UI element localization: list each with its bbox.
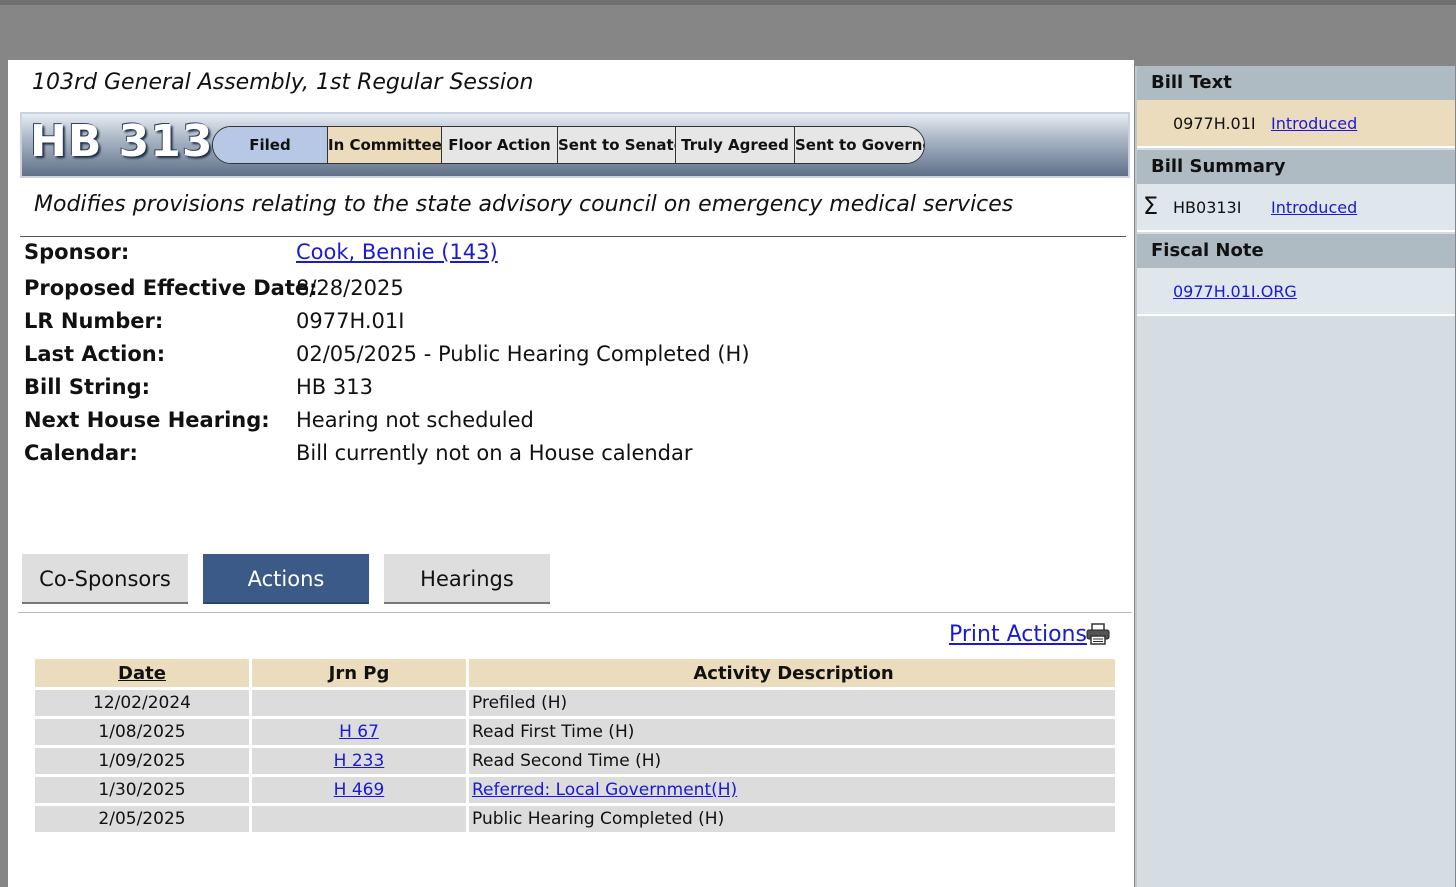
bill-summary-introduced-link[interactable]: Introduced (1271, 198, 1357, 217)
col-header-date[interactable]: Date (35, 659, 249, 687)
row-jrn-pg: H 233 (252, 748, 466, 774)
documents-sidebar: Bill Text 0977H.01I Introduced Bill Summ… (1135, 66, 1455, 887)
row-date: 1/08/2025 (35, 719, 249, 745)
sponsor-label: Sponsor: (24, 240, 130, 264)
row-description: Public Hearing Completed (H) (469, 806, 1115, 832)
tab-co-sponsors[interactable]: Co-Sponsors (22, 554, 188, 604)
sort-by-date-link[interactable]: Date (118, 663, 166, 684)
table-row: 1/30/2025 H 469 Referred: Local Governme… (35, 777, 1115, 803)
bill-string-label: Bill String: (24, 375, 151, 399)
fiscal-note-heading: Fiscal Note (1137, 234, 1455, 268)
committee-referral-link[interactable]: Referred: Local Government(H) (472, 780, 737, 800)
tab-hearings[interactable]: Hearings (384, 554, 550, 604)
bill-summary-code: HB0313I (1173, 198, 1242, 217)
printer-icon[interactable] (1086, 623, 1110, 645)
tab-divider (18, 612, 1132, 613)
status-step-in-committee: In Committee (327, 127, 442, 163)
session-title: 103rd General Assembly, 1st Regular Sess… (32, 70, 534, 95)
row-jrn-pg (252, 690, 466, 716)
calendar-label: Calendar: (24, 441, 138, 465)
bill-number: HB 313 (30, 116, 214, 167)
row-description: Prefiled (H) (469, 690, 1115, 716)
row-date: 1/09/2025 (35, 748, 249, 774)
bill-title: Modifies provisions relating to the stat… (34, 192, 1014, 217)
col-header-activity: Activity Description (469, 659, 1115, 687)
status-step-filed: Filed (213, 127, 327, 163)
effective-date-value: 8/28/2025 (296, 276, 404, 300)
table-row: 1/08/2025 H 67 Read First Time (H) (35, 719, 1115, 745)
bill-text-code: 0977H.01I (1173, 114, 1256, 133)
bill-detail-panel: 103rd General Assembly, 1st Regular Sess… (8, 60, 1134, 887)
lr-number-value: 0977H.01I (296, 309, 405, 333)
row-date: 2/05/2025 (35, 806, 249, 832)
bill-text-heading: Bill Text (1137, 66, 1455, 100)
row-jrn-pg: H 67 (252, 719, 466, 745)
bill-string-value: HB 313 (296, 375, 373, 399)
actions-table-header: Date Jrn Pg Activity Description (35, 659, 1115, 687)
fiscal-note-row: 0977H.01I.ORG (1137, 268, 1455, 316)
row-date: 1/30/2025 (35, 777, 249, 803)
status-step-sent-to-senate: Sent to Senate (557, 127, 684, 163)
sigma-icon: Σ (1143, 192, 1159, 220)
row-description: Read First Time (H) (469, 719, 1115, 745)
tab-actions[interactable]: Actions (203, 554, 369, 604)
bill-header-banner: HB 313 Filed In Committee Floor Action S… (20, 112, 1130, 178)
last-action-label: Last Action: (24, 342, 166, 366)
bill-text-introduced-link[interactable]: Introduced (1271, 114, 1357, 133)
bill-status-progress: Filed In Committee Floor Action Sent to … (212, 126, 925, 164)
window-top-edge (0, 0, 1456, 5)
row-jrn-pg (252, 806, 466, 832)
bill-text-row: 0977H.01I Introduced (1137, 100, 1455, 148)
journal-page-link[interactable]: H 469 (334, 780, 385, 800)
row-description: Referred: Local Government(H) (469, 777, 1115, 803)
bill-summary-heading: Bill Summary (1137, 150, 1455, 184)
fiscal-note-link[interactable]: 0977H.01I.ORG (1173, 282, 1297, 301)
next-hearing-label: Next House Hearing: (24, 408, 270, 432)
status-step-floor-action: Floor Action (441, 127, 557, 163)
bill-summary-row: Σ HB0313I Introduced (1137, 184, 1455, 232)
next-hearing-value: Hearing not scheduled (296, 408, 534, 432)
journal-page-link[interactable]: H 67 (339, 722, 379, 742)
table-row: 12/02/2024 Prefiled (H) (35, 690, 1115, 716)
status-step-truly-agreed: Truly Agreed (675, 127, 794, 163)
last-action-value: 02/05/2025 - Public Hearing Completed (H… (296, 342, 750, 366)
row-description: Read Second Time (H) (469, 748, 1115, 774)
col-header-jrn-pg: Jrn Pg (252, 659, 466, 687)
print-actions-link[interactable]: Print Actions (949, 622, 1087, 647)
lr-number-label: LR Number: (24, 309, 164, 333)
journal-page-link[interactable]: H 233 (334, 751, 385, 771)
sponsor-link[interactable]: Cook, Bennie (143) (296, 240, 498, 264)
actions-table: Date Jrn Pg Activity Description 12/02/2… (32, 656, 1118, 835)
calendar-value: Bill currently not on a House calendar (296, 441, 693, 465)
divider (20, 236, 1126, 237)
table-row: 1/09/2025 H 233 Read Second Time (H) (35, 748, 1115, 774)
row-jrn-pg: H 469 (252, 777, 466, 803)
effective-date-label: Proposed Effective Date: (24, 276, 318, 300)
status-step-sent-to-governor: Sent to Governor (794, 127, 924, 163)
row-date: 12/02/2024 (35, 690, 249, 716)
table-row: 2/05/2025 Public Hearing Completed (H) (35, 806, 1115, 832)
